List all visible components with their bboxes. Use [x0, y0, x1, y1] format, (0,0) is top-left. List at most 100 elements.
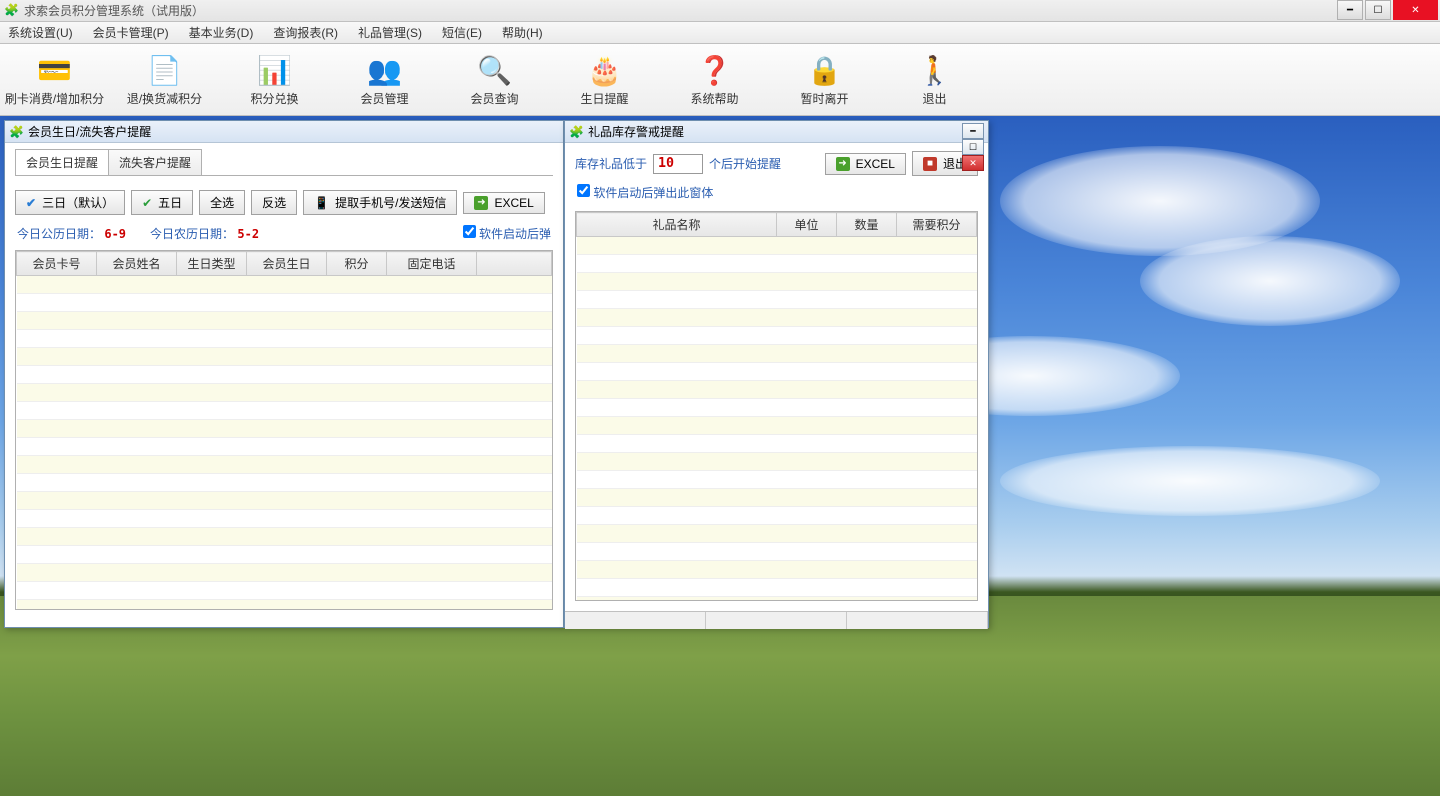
tool-exit[interactable]: 🚶退出	[880, 44, 990, 115]
app-icon: 🧩	[9, 125, 24, 139]
col-points[interactable]: 积分	[327, 252, 387, 276]
gift-excel-button[interactable]: ➜EXCEL	[825, 153, 906, 175]
table-row[interactable]	[577, 273, 977, 291]
extract-phone-button[interactable]: 📱提取手机号/发送短信	[303, 190, 457, 215]
table-row[interactable]	[577, 327, 977, 345]
table-row[interactable]	[577, 453, 977, 471]
phone-icon: 📱	[314, 196, 329, 210]
tool-system-help[interactable]: ❓系统帮助	[660, 44, 770, 115]
birthday-tabs: 会员生日提醒 流失客户提醒	[15, 149, 553, 175]
mdi-client-area: 🧩 会员生日/流失客户提醒 会员生日提醒 流失客户提醒 ✔三日（默认） ✔五日 …	[0, 116, 1440, 796]
table-row[interactable]	[17, 402, 552, 420]
five-days-button[interactable]: ✔五日	[131, 190, 193, 215]
close-button[interactable]: ✕	[1393, 0, 1438, 20]
birthday-window-titlebar[interactable]: 🧩 会员生日/流失客户提醒	[5, 121, 563, 143]
gift-popup-checkbox-input[interactable]	[577, 184, 590, 197]
table-row[interactable]	[17, 528, 552, 546]
table-row[interactable]	[577, 525, 977, 543]
table-row[interactable]	[17, 600, 552, 611]
tool-return-reduce[interactable]: 📄退/换货减积分	[110, 44, 220, 115]
col-gift-name[interactable]: 礼品名称	[577, 213, 777, 237]
table-row[interactable]	[17, 546, 552, 564]
menu-help[interactable]: 帮助(H)	[498, 22, 547, 43]
table-row[interactable]	[17, 492, 552, 510]
tool-member-query[interactable]: 🔍会员查询	[440, 44, 550, 115]
table-row[interactable]	[17, 438, 552, 456]
excel-button[interactable]: ➜EXCEL	[463, 192, 544, 214]
table-row[interactable]	[17, 330, 552, 348]
col-unit[interactable]: 单位	[777, 213, 837, 237]
table-row[interactable]	[17, 420, 552, 438]
table-row[interactable]	[577, 417, 977, 435]
menu-query-report[interactable]: 查询报表(R)	[269, 22, 342, 43]
table-row[interactable]	[17, 366, 552, 384]
table-row[interactable]	[577, 381, 977, 399]
table-row[interactable]	[577, 399, 977, 417]
tool-birthday-remind[interactable]: 🎂生日提醒	[550, 44, 660, 115]
col-birthday[interactable]: 会员生日	[247, 252, 327, 276]
col-card-no[interactable]: 会员卡号	[17, 252, 97, 276]
help-icon: ❓	[697, 52, 732, 88]
table-row[interactable]	[577, 489, 977, 507]
table-row[interactable]	[17, 348, 552, 366]
table-row[interactable]	[17, 384, 552, 402]
col-qty[interactable]: 数量	[837, 213, 897, 237]
table-row[interactable]	[577, 597, 977, 602]
gift-window-titlebar[interactable]: 🧩 礼品库存警戒提醒 ━ ☐ ✕	[565, 121, 988, 143]
table-row[interactable]	[577, 363, 977, 381]
col-need-points[interactable]: 需要积分	[897, 213, 977, 237]
table-row[interactable]	[17, 582, 552, 600]
table-row[interactable]	[17, 564, 552, 582]
col-member-name[interactable]: 会员姓名	[97, 252, 177, 276]
table-row[interactable]	[17, 510, 552, 528]
table-row[interactable]	[577, 579, 977, 597]
gift-maximize-button[interactable]: ☐	[962, 139, 984, 155]
table-row[interactable]	[577, 471, 977, 489]
table-row[interactable]	[577, 237, 977, 255]
menu-system-settings[interactable]: 系统设置(U)	[4, 22, 77, 43]
tool-swipe-consume[interactable]: 💳刷卡消费/增加积分	[0, 44, 110, 115]
col-extra[interactable]	[477, 252, 552, 276]
table-row[interactable]	[577, 309, 977, 327]
menu-basic-business[interactable]: 基本业务(D)	[185, 22, 258, 43]
gift-close-button[interactable]: ✕	[962, 155, 984, 171]
select-all-button[interactable]: 全选	[199, 190, 245, 215]
invert-select-button[interactable]: 反选	[251, 190, 297, 215]
gift-popup-checkbox[interactable]: 软件启动后弹出此窗体	[577, 186, 713, 200]
col-birthday-type[interactable]: 生日类型	[177, 252, 247, 276]
gift-minimize-button[interactable]: ━	[962, 123, 984, 139]
tool-points-exchange[interactable]: 📊积分兑换	[220, 44, 330, 115]
table-row[interactable]	[17, 276, 552, 294]
col-phone[interactable]: 固定电话	[387, 252, 477, 276]
three-days-button[interactable]: ✔三日（默认）	[15, 190, 125, 215]
popup-checkbox-input[interactable]	[463, 225, 476, 238]
gift-stock-window: 🧩 礼品库存警戒提醒 ━ ☐ ✕ 库存礼品低于 个后开始提醒 ➜EXCEL ■退…	[564, 120, 989, 628]
tab-member-birthday[interactable]: 会员生日提醒	[15, 149, 109, 175]
table-row[interactable]	[577, 561, 977, 579]
birthday-table[interactable]: 会员卡号 会员姓名 生日类型 会员生日 积分 固定电话	[15, 250, 553, 610]
table-row[interactable]	[577, 291, 977, 309]
table-row[interactable]	[17, 312, 552, 330]
tool-lock[interactable]: 🔒暂时离开	[770, 44, 880, 115]
menu-gift[interactable]: 礼品管理(S)	[354, 22, 426, 43]
table-row[interactable]	[577, 345, 977, 363]
menu-sms[interactable]: 短信(E)	[438, 22, 486, 43]
threshold-input[interactable]	[653, 154, 703, 174]
table-row[interactable]	[577, 255, 977, 273]
table-row[interactable]	[577, 543, 977, 561]
tab-lost-customer[interactable]: 流失客户提醒	[108, 149, 202, 175]
gift-table[interactable]: 礼品名称 单位 数量 需要积分	[575, 211, 978, 601]
table-row[interactable]	[577, 507, 977, 525]
table-row[interactable]	[577, 435, 977, 453]
table-row[interactable]	[17, 474, 552, 492]
arrow-right-icon: ➜	[474, 196, 488, 210]
lock-icon: 🔒	[807, 52, 842, 88]
tool-member-manage[interactable]: 👥会员管理	[330, 44, 440, 115]
minimize-button[interactable]: ━	[1337, 0, 1363, 20]
maximize-button[interactable]: ☐	[1365, 0, 1391, 20]
app-title: 求索会员积分管理系统（试用版）	[24, 2, 204, 19]
menu-member-card[interactable]: 会员卡管理(P)	[89, 22, 173, 43]
table-row[interactable]	[17, 456, 552, 474]
popup-on-start-checkbox[interactable]: 软件启动后弹	[463, 225, 551, 242]
table-row[interactable]	[17, 294, 552, 312]
